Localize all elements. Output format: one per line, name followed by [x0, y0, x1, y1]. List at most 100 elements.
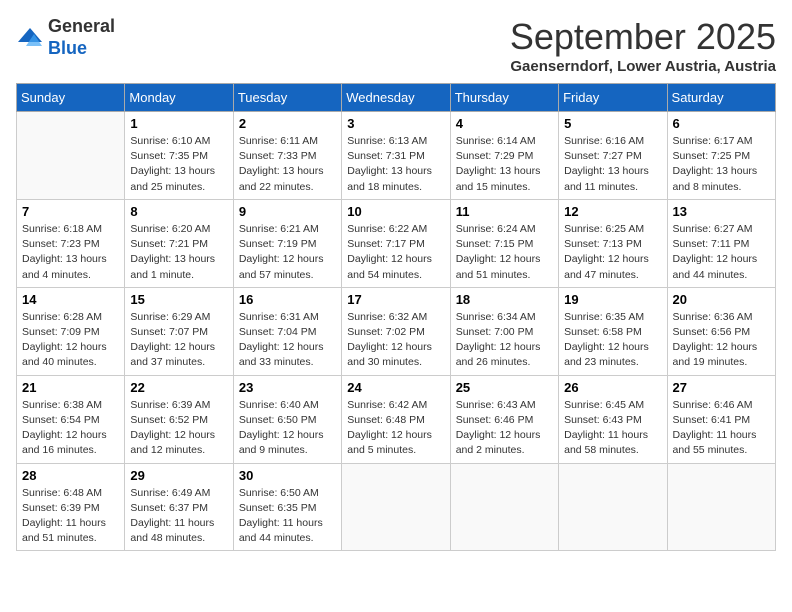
- day-info: Sunrise: 6:27 AMSunset: 7:11 PMDaylight:…: [673, 222, 770, 283]
- day-number: 4: [456, 116, 553, 131]
- day-number: 3: [347, 116, 444, 131]
- day-info: Sunrise: 6:32 AMSunset: 7:02 PMDaylight:…: [347, 310, 444, 371]
- day-number: 28: [22, 468, 119, 483]
- day-info: Sunrise: 6:38 AMSunset: 6:54 PMDaylight:…: [22, 398, 119, 459]
- day-number: 19: [564, 292, 661, 307]
- day-number: 30: [239, 468, 336, 483]
- day-number: 2: [239, 116, 336, 131]
- logo-blue: Blue: [48, 38, 87, 58]
- calendar-table: SundayMondayTuesdayWednesdayThursdayFrid…: [16, 83, 776, 551]
- calendar-cell: 23 Sunrise: 6:40 AMSunset: 6:50 PMDayligh…: [233, 375, 341, 463]
- month-title: September 2025: [510, 16, 776, 58]
- weekday-header: Thursday: [450, 84, 558, 112]
- title-block: September 2025 Gaenserndorf, Lower Austr…: [510, 16, 776, 75]
- calendar-cell: 22Sunrise: 6:39 AMSunset: 6:52 PMDayligh…: [125, 375, 233, 463]
- day-number: 8: [130, 204, 227, 219]
- day-number: 24: [347, 380, 444, 395]
- day-number: 9: [239, 204, 336, 219]
- calendar-week-row: 28Sunrise: 6:48 AMSunset: 6:39 PMDayligh…: [17, 463, 776, 551]
- day-info: Sunrise: 6:16 AMSunset: 7:27 PMDaylight:…: [564, 134, 661, 195]
- day-number: 23: [239, 380, 336, 395]
- day-info: Sunrise: 6:25 AMSunset: 7:13 PMDaylight:…: [564, 222, 661, 283]
- logo-icon: [16, 24, 44, 52]
- location-subtitle: Gaenserndorf, Lower Austria, Austria: [510, 58, 776, 75]
- calendar-cell: 20 Sunrise: 6:36 AMSunset: 6:56 PMDayligh…: [667, 287, 775, 375]
- day-info: Sunrise: 6:42 AMSunset: 6:48 PMDaylight:…: [347, 398, 444, 459]
- weekday-header: Monday: [125, 84, 233, 112]
- day-number: 5: [564, 116, 661, 131]
- calendar-cell: [450, 463, 558, 551]
- calendar-cell: 25 Sunrise: 6:43 AMSunset: 6:46 PMDayligh…: [450, 375, 558, 463]
- day-info: Sunrise: 6:21 AMSunset: 7:19 PMDaylight:…: [239, 222, 336, 283]
- day-number: 22: [130, 380, 227, 395]
- weekday-header: Wednesday: [342, 84, 450, 112]
- day-info: Sunrise: 6:22 AMSunset: 7:17 PMDaylight:…: [347, 222, 444, 283]
- day-info: Sunrise: 6:13 AMSunset: 7:31 PMDaylight:…: [347, 134, 444, 195]
- page-header: General Blue September 2025 Gaenserndorf…: [16, 16, 776, 75]
- weekday-header: Saturday: [667, 84, 775, 112]
- calendar-cell: [17, 112, 125, 200]
- day-number: 29: [130, 468, 227, 483]
- calendar-cell: [559, 463, 667, 551]
- logo-general: General: [48, 16, 115, 36]
- calendar-cell: 4Sunrise: 6:14 AMSunset: 7:29 PMDaylight…: [450, 112, 558, 200]
- calendar-week-row: 14 Sunrise: 6:28 AMSunset: 7:09 PMDayligh…: [17, 287, 776, 375]
- day-number: 14: [22, 292, 119, 307]
- day-info: Sunrise: 6:49 AMSunset: 6:37 PMDaylight:…: [130, 486, 227, 547]
- calendar-cell: 16Sunrise: 6:31 AMSunset: 7:04 PMDayligh…: [233, 287, 341, 375]
- day-info: Sunrise: 6:36 AMSunset: 6:56 PMDaylight:…: [673, 310, 770, 371]
- calendar-cell: 5 Sunrise: 6:16 AMSunset: 7:27 PMDaylight…: [559, 112, 667, 200]
- day-number: 1: [130, 116, 227, 131]
- calendar-cell: 3 Sunrise: 6:13 AMSunset: 7:31 PMDaylight…: [342, 112, 450, 200]
- calendar-cell: 30 Sunrise: 6:50 AMSunset: 6:35 PMDayligh…: [233, 463, 341, 551]
- day-info: Sunrise: 6:50 AMSunset: 6:35 PMDaylight:…: [239, 486, 336, 547]
- calendar-cell: 14 Sunrise: 6:28 AMSunset: 7:09 PMDayligh…: [17, 287, 125, 375]
- day-number: 7: [22, 204, 119, 219]
- weekday-header-row: SundayMondayTuesdayWednesdayThursdayFrid…: [17, 84, 776, 112]
- day-info: Sunrise: 6:28 AMSunset: 7:09 PMDaylight:…: [22, 310, 119, 371]
- day-number: 25: [456, 380, 553, 395]
- calendar-cell: 26Sunrise: 6:45 AMSunset: 6:43 PMDayligh…: [559, 375, 667, 463]
- calendar-cell: 27 Sunrise: 6:46 AMSunset: 6:41 PMDayligh…: [667, 375, 775, 463]
- day-number: 21: [22, 380, 119, 395]
- calendar-cell: 9 Sunrise: 6:21 AMSunset: 7:19 PMDaylight…: [233, 199, 341, 287]
- calendar-cell: 18Sunrise: 6:34 AMSunset: 7:00 PMDayligh…: [450, 287, 558, 375]
- day-number: 20: [673, 292, 770, 307]
- day-info: Sunrise: 6:45 AMSunset: 6:43 PMDaylight:…: [564, 398, 661, 459]
- day-number: 6: [673, 116, 770, 131]
- calendar-cell: 29 Sunrise: 6:49 AMSunset: 6:37 PMDayligh…: [125, 463, 233, 551]
- day-info: Sunrise: 6:35 AMSunset: 6:58 PMDaylight:…: [564, 310, 661, 371]
- calendar-cell: 7 Sunrise: 6:18 AMSunset: 7:23 PMDaylight…: [17, 199, 125, 287]
- calendar-week-row: 21 Sunrise: 6:38 AMSunset: 6:54 PMDayligh…: [17, 375, 776, 463]
- day-info: Sunrise: 6:46 AMSunset: 6:41 PMDaylight:…: [673, 398, 770, 459]
- day-number: 12: [564, 204, 661, 219]
- day-number: 17: [347, 292, 444, 307]
- calendar-cell: 2 Sunrise: 6:11 AMSunset: 7:33 PMDaylight…: [233, 112, 341, 200]
- day-number: 27: [673, 380, 770, 395]
- calendar-cell: 12 Sunrise: 6:25 AMSunset: 7:13 PMDayligh…: [559, 199, 667, 287]
- day-info: Sunrise: 6:40 AMSunset: 6:50 PMDaylight:…: [239, 398, 336, 459]
- calendar-cell: 10Sunrise: 6:22 AMSunset: 7:17 PMDayligh…: [342, 199, 450, 287]
- day-info: Sunrise: 6:20 AMSunset: 7:21 PMDaylight:…: [130, 222, 227, 283]
- day-info: Sunrise: 6:24 AMSunset: 7:15 PMDaylight:…: [456, 222, 553, 283]
- calendar-week-row: 7 Sunrise: 6:18 AMSunset: 7:23 PMDaylight…: [17, 199, 776, 287]
- weekday-header: Tuesday: [233, 84, 341, 112]
- day-info: Sunrise: 6:11 AMSunset: 7:33 PMDaylight:…: [239, 134, 336, 195]
- day-info: Sunrise: 6:29 AMSunset: 7:07 PMDaylight:…: [130, 310, 227, 371]
- day-info: Sunrise: 6:34 AMSunset: 7:00 PMDaylight:…: [456, 310, 553, 371]
- day-info: Sunrise: 6:31 AMSunset: 7:04 PMDaylight:…: [239, 310, 336, 371]
- calendar-cell: [667, 463, 775, 551]
- day-info: Sunrise: 6:10 AMSunset: 7:35 PMDaylight:…: [130, 134, 227, 195]
- calendar-cell: 15 Sunrise: 6:29 AMSunset: 7:07 PMDayligh…: [125, 287, 233, 375]
- logo: General Blue: [16, 16, 115, 59]
- day-info: Sunrise: 6:43 AMSunset: 6:46 PMDaylight:…: [456, 398, 553, 459]
- day-info: Sunrise: 6:18 AMSunset: 7:23 PMDaylight:…: [22, 222, 119, 283]
- calendar-cell: 19 Sunrise: 6:35 AMSunset: 6:58 PMDayligh…: [559, 287, 667, 375]
- day-number: 13: [673, 204, 770, 219]
- day-info: Sunrise: 6:17 AMSunset: 7:25 PMDaylight:…: [673, 134, 770, 195]
- day-number: 15: [130, 292, 227, 307]
- logo-text: General Blue: [48, 16, 115, 59]
- day-number: 11: [456, 204, 553, 219]
- calendar-cell: 21 Sunrise: 6:38 AMSunset: 6:54 PMDayligh…: [17, 375, 125, 463]
- calendar-cell: 6 Sunrise: 6:17 AMSunset: 7:25 PMDaylight…: [667, 112, 775, 200]
